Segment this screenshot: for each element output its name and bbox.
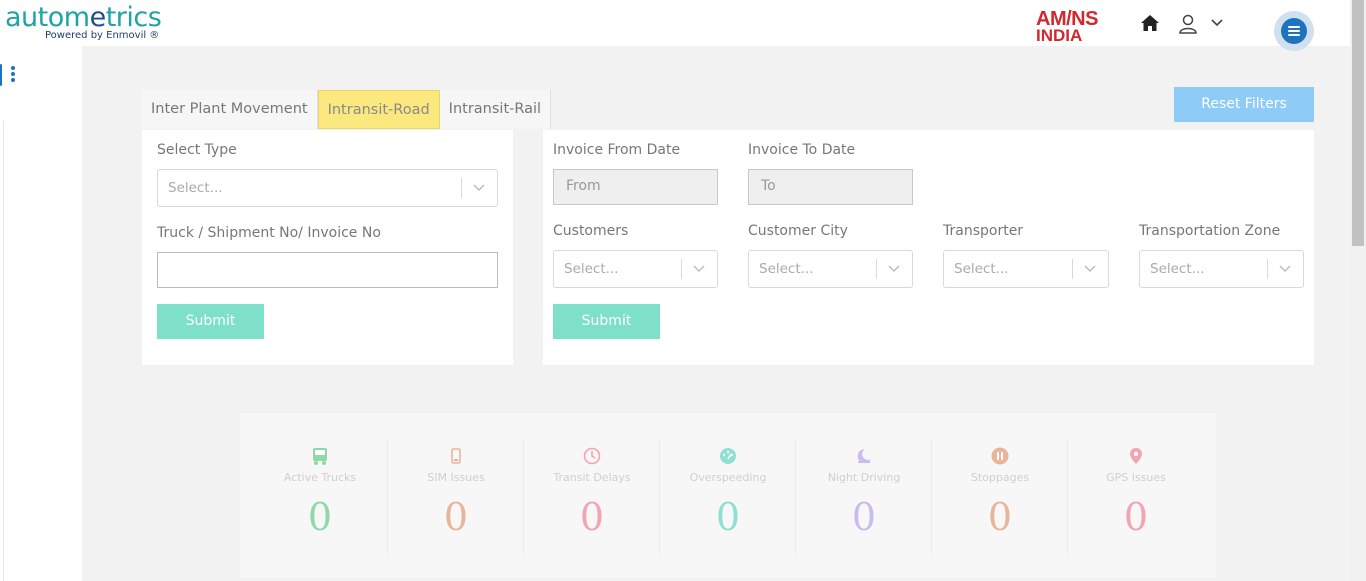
stat-gps-issues[interactable]: GPS Issues 0 xyxy=(1068,438,1204,553)
clock-icon xyxy=(583,447,601,465)
pause-icon xyxy=(991,447,1009,465)
hamburger-icon xyxy=(1281,18,1307,44)
speedometer-icon xyxy=(720,448,736,464)
truck-icon xyxy=(313,448,327,465)
select-placeholder: Select... xyxy=(759,261,814,277)
shipment-search-input[interactable] xyxy=(157,252,498,288)
to-placeholder: To xyxy=(761,178,776,194)
tab-inter-plant-movement[interactable]: Inter Plant Movement xyxy=(142,90,318,129)
search-card: Select Type Select... Truck / Shipment N… xyxy=(142,130,513,365)
stat-label: Stoppages xyxy=(970,471,1030,484)
brand-line2: INDIA xyxy=(1036,26,1083,45)
stat-label: SIM Issues xyxy=(427,471,485,484)
dot-icon xyxy=(11,72,15,76)
invoice-to-date-label: Invoice To Date xyxy=(748,142,856,158)
automatrics-logo[interactable]: autometrics Powered by Enmovil ® xyxy=(5,2,162,42)
user-icon[interactable] xyxy=(1178,14,1198,34)
select-placeholder: Select... xyxy=(564,261,619,277)
logo-text: e xyxy=(89,2,107,33)
logo-subtitle: Powered by Enmovil ® xyxy=(45,30,160,41)
stat-label: Transit Delays xyxy=(553,471,631,484)
movement-tabs: Inter Plant Movement Intransit-Road Intr… xyxy=(142,90,552,129)
customer-city-dropdown[interactable]: Select... xyxy=(748,250,913,288)
chevron-down-icon xyxy=(473,184,485,191)
home-icon[interactable] xyxy=(1141,15,1159,31)
stat-value: 0 xyxy=(851,495,877,539)
reset-filters-button[interactable]: Reset Filters xyxy=(1174,87,1314,122)
moon-icon xyxy=(857,448,871,463)
left-sidebar xyxy=(0,46,82,581)
stat-overspeeding[interactable]: Overspeeding 0 xyxy=(660,438,796,553)
invoice-from-date-label: Invoice From Date xyxy=(553,142,681,158)
menu-button[interactable] xyxy=(1274,11,1314,51)
amns-india-logo: AM/NS INDIA xyxy=(1036,9,1118,45)
dot-icon xyxy=(11,66,15,70)
logo-text: trics xyxy=(105,2,162,33)
scrollbar-thumb[interactable] xyxy=(1352,0,1364,246)
stat-value: 0 xyxy=(1123,495,1149,539)
stat-transit-delays[interactable]: Transit Delays 0 xyxy=(524,438,660,553)
customers-dropdown[interactable]: Select... xyxy=(553,250,718,288)
transportation-zone-label: Transportation Zone xyxy=(1139,223,1281,239)
invoice-from-date-input[interactable]: From xyxy=(553,169,718,205)
scrollbar[interactable] xyxy=(1350,0,1366,581)
stat-label: GPS Issues xyxy=(1106,471,1166,484)
submit-button[interactable]: Submit xyxy=(553,304,660,339)
stat-value: 0 xyxy=(715,495,741,539)
stat-active-trucks[interactable]: Active Trucks 0 xyxy=(252,438,388,553)
select-placeholder: Select... xyxy=(168,180,223,196)
stat-label: Active Trucks xyxy=(283,471,357,484)
select-placeholder: Select... xyxy=(1150,261,1205,277)
invoice-to-date-input[interactable]: To xyxy=(748,169,913,205)
stat-value: 0 xyxy=(307,495,333,539)
dot-icon xyxy=(11,78,15,82)
stat-value: 0 xyxy=(443,495,469,539)
stat-value: 0 xyxy=(579,495,605,539)
tab-intransit-road[interactable]: Intransit-Road xyxy=(317,90,440,129)
stat-night-driving[interactable]: Night Driving 0 xyxy=(796,438,932,553)
transporter-label: Transporter xyxy=(943,223,1024,239)
chevron-down-icon[interactable] xyxy=(1210,18,1224,28)
chevron-down-icon xyxy=(693,265,705,272)
stat-value: 0 xyxy=(987,495,1013,539)
tab-intransit-rail[interactable]: Intransit-Rail xyxy=(439,90,552,129)
search-label: Truck / Shipment No/ Invoice No xyxy=(157,225,381,241)
select-type-dropdown[interactable]: Select... xyxy=(157,169,498,207)
stat-stoppages[interactable]: Stoppages 0 xyxy=(932,438,1068,553)
chevron-down-icon xyxy=(888,265,900,272)
customers-label: Customers xyxy=(553,223,629,239)
stat-label: Night Driving xyxy=(827,471,901,484)
submit-button[interactable]: Submit xyxy=(157,304,264,339)
stats-panel: Active Trucks 0 SIM Issues 0 Transit Del… xyxy=(240,413,1216,578)
top-bar: autometrics Powered by Enmovil ® AM/NS I… xyxy=(0,0,1350,51)
from-placeholder: From xyxy=(566,178,601,194)
chevron-down-icon xyxy=(1279,265,1291,272)
customer-city-label: Customer City xyxy=(748,223,848,239)
sim-icon xyxy=(451,448,461,464)
map-pin-icon xyxy=(1130,448,1142,464)
stat-label: Overspeeding xyxy=(689,471,767,484)
select-type-label: Select Type xyxy=(157,142,237,158)
logo-text: autom xyxy=(5,2,90,33)
chevron-down-icon xyxy=(1084,265,1096,272)
transporter-dropdown[interactable]: Select... xyxy=(943,250,1109,288)
transportation-zone-dropdown[interactable]: Select... xyxy=(1139,250,1304,288)
filter-card: Invoice From Date From Invoice To Date T… xyxy=(543,130,1314,365)
toggle-edge xyxy=(0,64,2,86)
stat-sim-issues[interactable]: SIM Issues 0 xyxy=(388,438,524,553)
select-placeholder: Select... xyxy=(954,261,1009,277)
